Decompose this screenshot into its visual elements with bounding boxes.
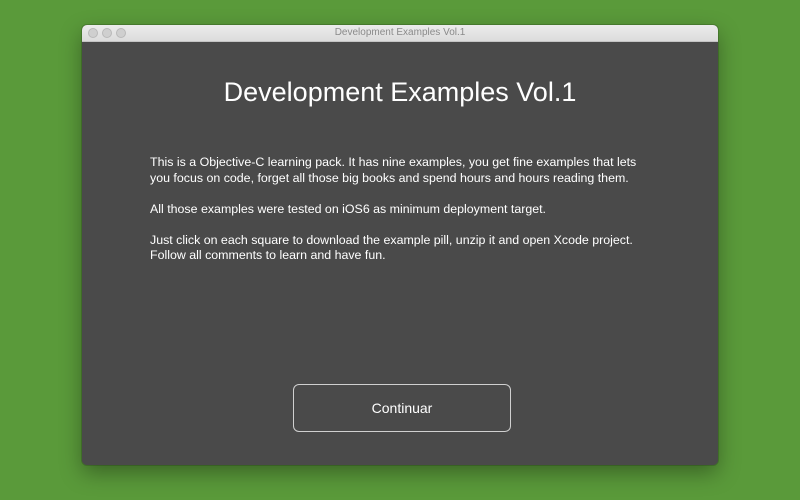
title-bar[interactable]: Development Examples Vol.1 bbox=[82, 25, 718, 42]
window-title: Development Examples Vol.1 bbox=[334, 27, 466, 38]
description-paragraph: All those examples were tested on iOS6 a… bbox=[150, 201, 546, 216]
description-paragraph: This is a Objective-C learning pack. It … bbox=[150, 155, 637, 185]
continue-button[interactable]: Continuar bbox=[293, 384, 511, 432]
description: This is a Objective-C learning pack. It … bbox=[150, 155, 650, 279]
app-window: Development Examples Vol.1 Development E… bbox=[82, 25, 718, 465]
page-title: Development Examples Vol.1 bbox=[223, 77, 577, 107]
description-paragraph: Just click on each square to download th… bbox=[150, 232, 633, 263]
main-content: Development Examples Vol.1 This is a Obj… bbox=[82, 42, 718, 465]
